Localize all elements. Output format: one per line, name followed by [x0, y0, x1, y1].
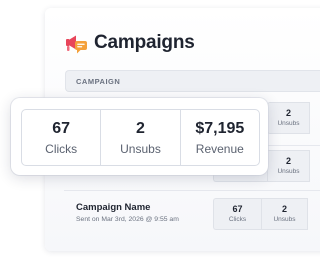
campaign-name-link[interactable]: Campaign Name: [76, 202, 150, 213]
megaphone-chat-icon: [66, 35, 87, 54]
row-divider: [64, 190, 320, 191]
clicks-label: Clicks: [45, 141, 78, 156]
stat-unsubs: 2 Unsubs: [101, 110, 181, 165]
unsubs-value: 2: [136, 119, 145, 137]
page-title: Campaigns: [94, 32, 195, 53]
stat-unsubs: 2 Unsubs: [262, 199, 308, 229]
stat-revenue: $7,195 Revenue: [181, 110, 259, 165]
row-1-stats: 2 Unsubs: [267, 102, 310, 134]
revenue-value: $7,195: [195, 119, 245, 137]
unsubs-label: Unsubs: [120, 141, 161, 156]
revenue-label: Revenue: [195, 141, 244, 156]
stats-popup: 67 Clicks 2 Unsubs $7,195 Revenue: [11, 98, 268, 175]
row-3-stats: 67 Clicks 2 Unsubs: [213, 198, 308, 230]
campaign-sent-date: Sent on Mar 3rd, 2026 @ 9:55 am: [76, 216, 179, 223]
column-header-campaign[interactable]: CAMPAIGN: [65, 70, 320, 92]
stats-group: 67 Clicks 2 Unsubs $7,195 Revenue: [21, 109, 260, 166]
stat-clicks: 67 Clicks: [22, 110, 102, 165]
stat-unsubs: 2 Unsubs: [268, 103, 310, 133]
clicks-value: 67: [52, 119, 71, 137]
stat-unsubs: 2 Unsubs: [268, 151, 310, 181]
page-header: Campaigns: [64, 28, 195, 58]
stat-clicks: 67 Clicks: [214, 199, 262, 229]
